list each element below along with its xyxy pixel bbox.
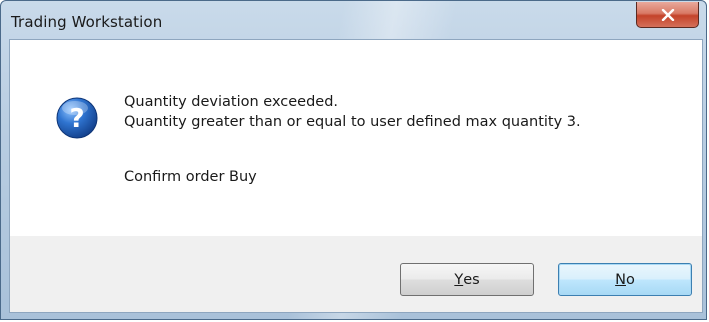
no-label-rest: o bbox=[625, 271, 635, 288]
no-button[interactable]: No bbox=[558, 263, 692, 296]
yes-mnemonic: Y bbox=[454, 271, 464, 288]
question-icon: ? bbox=[56, 97, 98, 139]
dialog-client-area: ? Quantity deviation exceeded. Quantity … bbox=[9, 39, 703, 313]
message-area: ? Quantity deviation exceeded. Quantity … bbox=[10, 40, 702, 236]
question-glyph: ? bbox=[69, 104, 84, 134]
message-line-2: Quantity greater than or equal to user d… bbox=[124, 114, 581, 130]
window-title: Trading Workstation bbox=[11, 13, 163, 31]
close-button[interactable] bbox=[636, 2, 699, 28]
title-bar[interactable]: Trading Workstation bbox=[1, 1, 706, 39]
yes-label-rest: es bbox=[463, 271, 480, 288]
no-mnemonic: N bbox=[615, 271, 626, 288]
message-line-3: Confirm order Buy bbox=[124, 169, 257, 185]
close-x-icon bbox=[661, 8, 674, 21]
dialog-window: Trading Workstation ? Quantity deviation… bbox=[0, 0, 707, 320]
yes-button[interactable]: Yes bbox=[400, 263, 534, 296]
message-line-1: Quantity deviation exceeded. bbox=[124, 94, 339, 110]
